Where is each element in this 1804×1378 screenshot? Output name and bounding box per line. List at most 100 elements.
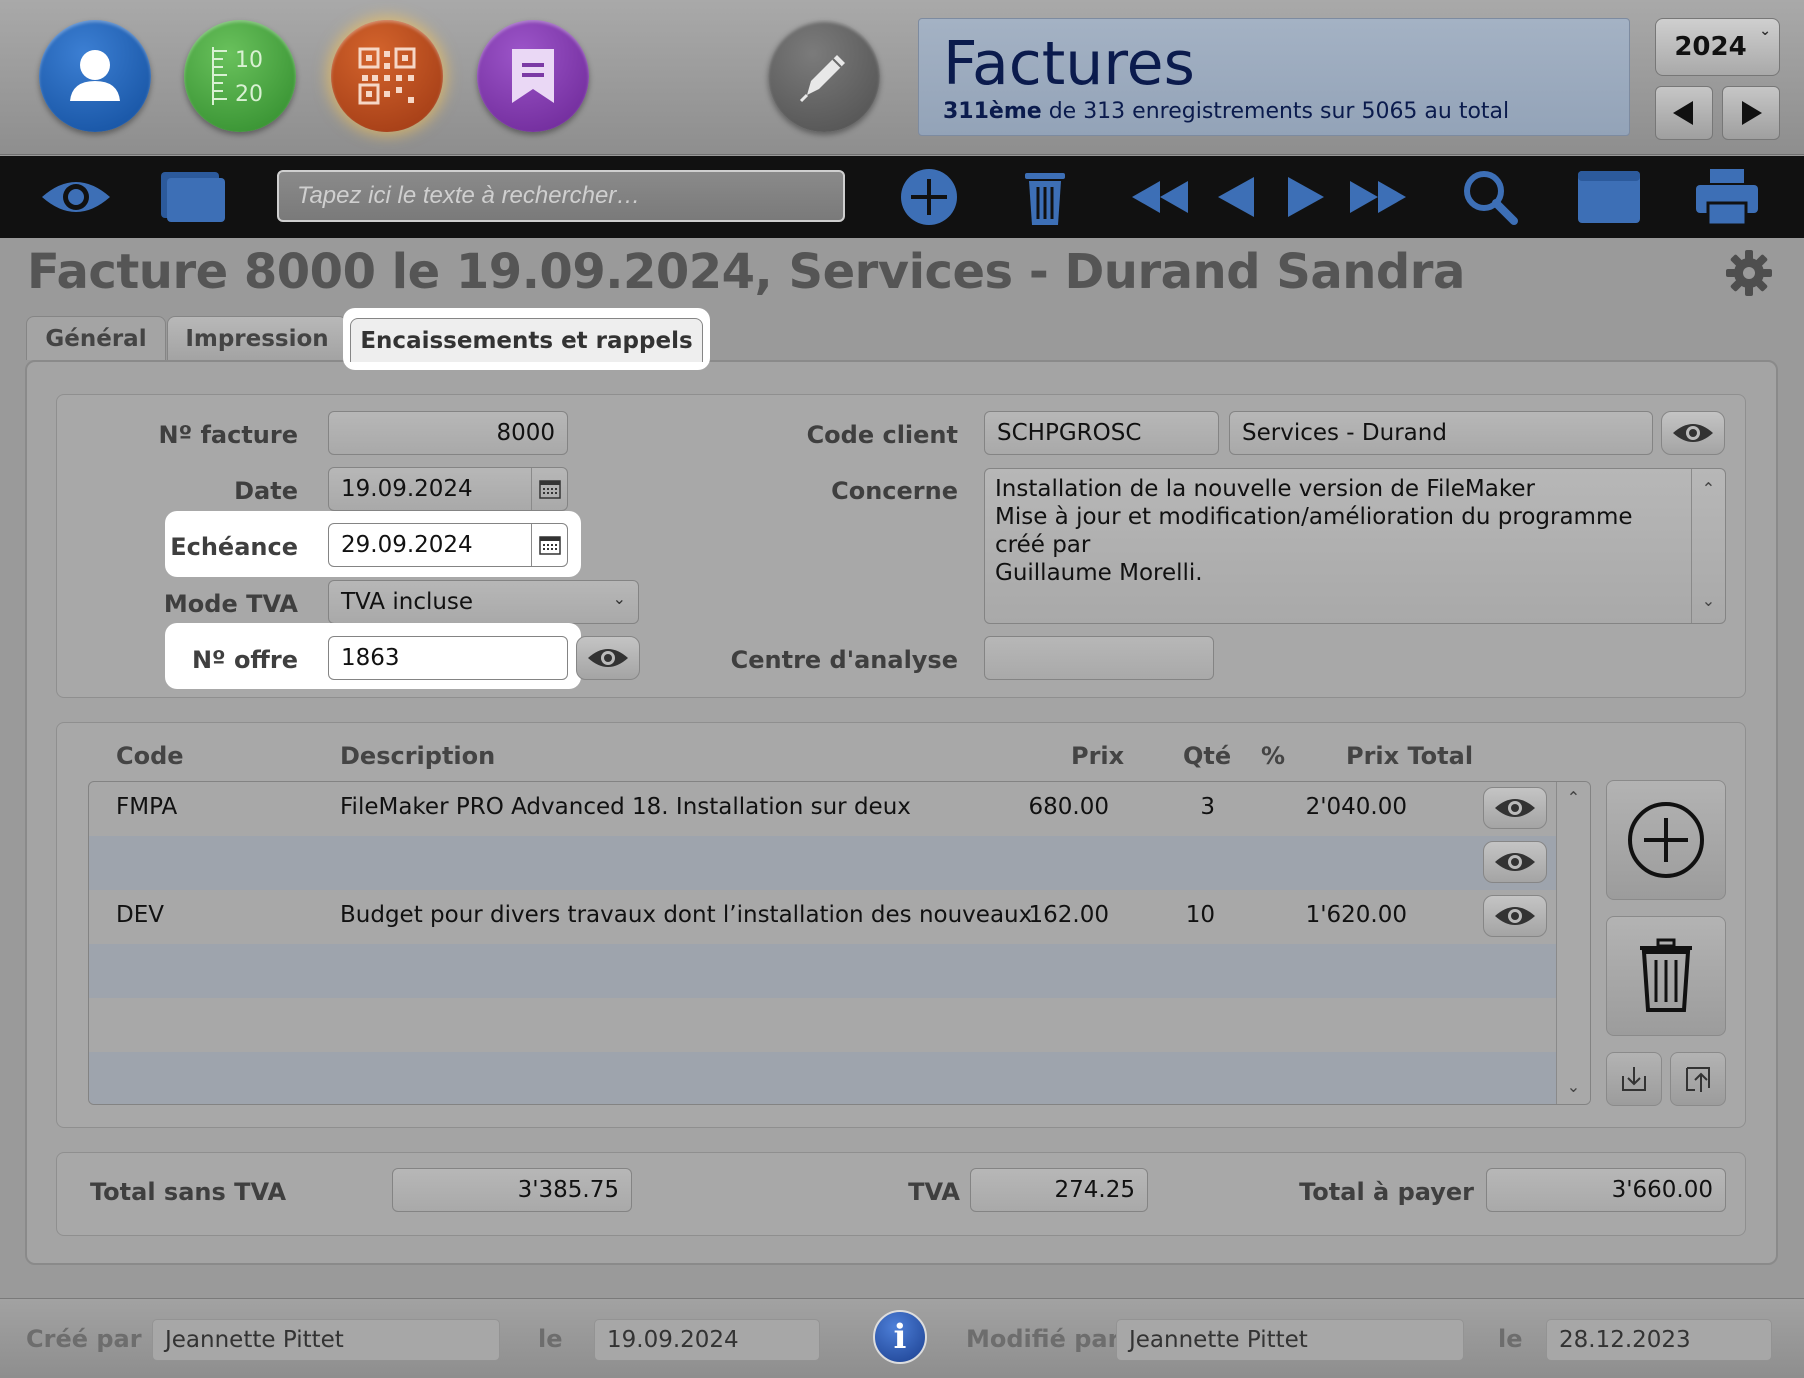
- row-code: DEV: [116, 902, 164, 928]
- print-icon: [1696, 169, 1758, 227]
- chevron-down-icon[interactable]: ⌄: [1692, 587, 1725, 615]
- table-row-empty: [89, 998, 1557, 1052]
- numbers-button[interactable]: 10 20: [184, 20, 296, 132]
- print-button[interactable]: [1694, 168, 1760, 227]
- modifie-par-field: Jeannette Pittet: [1116, 1319, 1464, 1361]
- chevron-up-icon[interactable]: ⌃: [1557, 788, 1590, 807]
- last-record-button[interactable]: [1346, 168, 1410, 226]
- view-item-button[interactable]: [1483, 895, 1547, 937]
- svg-text:10: 10: [235, 48, 263, 73]
- col-header-description: Description: [340, 742, 496, 770]
- trash-icon: [1640, 938, 1692, 1012]
- total-sans-tva-field: 3'385.75: [392, 1168, 632, 1212]
- centre-analyse-field[interactable]: [984, 636, 1214, 680]
- date-field[interactable]: 19.09.2024: [328, 467, 568, 511]
- tab-encaissements[interactable]: Encaissements et rappels: [350, 318, 703, 362]
- header: 10 20 Factures 311ème de 313 enregistrem…: [0, 0, 1804, 155]
- client-name-field[interactable]: Services - Durand: [1229, 411, 1653, 455]
- import-button[interactable]: [1606, 1052, 1662, 1106]
- previous-record-button[interactable]: [1216, 168, 1256, 226]
- mode-tva-label: Mode TVA: [163, 590, 298, 618]
- eye-icon: [1495, 799, 1535, 817]
- date-label: Date: [234, 477, 298, 505]
- view-client-button[interactable]: [1661, 411, 1725, 455]
- first-record-button[interactable]: [1128, 168, 1192, 226]
- download-icon: [1622, 1067, 1646, 1091]
- row-qte: 10: [1185, 902, 1215, 928]
- view-offre-button[interactable]: [576, 636, 640, 680]
- tab-impression[interactable]: Impression: [167, 316, 347, 360]
- next-year-button[interactable]: [1722, 86, 1780, 140]
- chevron-down-icon[interactable]: ⌄: [1557, 1077, 1590, 1096]
- trash-icon: [1025, 173, 1065, 225]
- window-button[interactable]: [1576, 168, 1642, 226]
- export-button[interactable]: [1670, 1052, 1726, 1106]
- calendar-icon[interactable]: [531, 468, 567, 510]
- layout-button[interactable]: [158, 168, 228, 226]
- edit-button[interactable]: [768, 20, 880, 132]
- tab-general[interactable]: Général: [26, 316, 166, 360]
- contacts-button[interactable]: [39, 20, 151, 132]
- info-button[interactable]: i: [873, 1310, 927, 1364]
- row-prix-total: 1'620.00: [1305, 902, 1407, 928]
- echeance-value: 29.09.2024: [341, 532, 473, 558]
- chevron-up-icon[interactable]: ⌃: [1692, 475, 1725, 503]
- cree-le-field: 19.09.2024: [594, 1319, 820, 1361]
- title-box: Factures 311ème de 313 enregistrements s…: [918, 18, 1630, 136]
- window-icon: [1578, 171, 1640, 223]
- modifie-le-field: 28.12.2023: [1546, 1319, 1772, 1361]
- list-scrollbar[interactable]: ⌃ ⌄: [1556, 782, 1590, 1104]
- mode-tva-select[interactable]: TVA incluse ⌄: [328, 580, 639, 624]
- year-selector[interactable]: 2024 ⌄: [1655, 18, 1780, 76]
- view-item-button[interactable]: [1483, 787, 1547, 829]
- toolbar: [0, 156, 1804, 238]
- delete-line-button[interactable]: [1606, 916, 1726, 1036]
- cree-le-label: le: [538, 1325, 563, 1353]
- date-value: 19.09.2024: [341, 476, 473, 502]
- textarea-scrollbar[interactable]: ⌃ ⌄: [1691, 469, 1725, 623]
- numbers-icon: 10 20: [212, 47, 263, 107]
- table-row-empty: [89, 1052, 1557, 1104]
- add-circle-icon: [1628, 802, 1704, 878]
- table-row-empty: [89, 944, 1557, 998]
- gear-icon[interactable]: [1724, 248, 1774, 298]
- upload-icon: [1686, 1067, 1710, 1092]
- concerne-line: Guillaume Morelli.: [995, 560, 1203, 586]
- page-title: Facture 8000 le 19.09.2024, Services - D…: [27, 244, 1465, 300]
- add-line-button[interactable]: [1606, 780, 1726, 900]
- delete-record-button[interactable]: [1020, 168, 1070, 226]
- qr-code-button[interactable]: [331, 20, 443, 132]
- total-a-payer-field: 3'660.00: [1486, 1168, 1726, 1212]
- code-client-field[interactable]: SCHPGROSC: [984, 411, 1219, 455]
- last-record-icon: [1350, 181, 1406, 213]
- mode-tva-value: TVA incluse: [341, 589, 474, 615]
- previous-year-button[interactable]: [1655, 86, 1713, 140]
- eye-icon: [1673, 424, 1713, 442]
- calendar-icon[interactable]: [531, 524, 567, 566]
- next-record-button[interactable]: [1286, 168, 1326, 226]
- no-facture-field[interactable]: 8000: [328, 411, 568, 455]
- bookmark-button[interactable]: [477, 20, 589, 132]
- concerne-textarea[interactable]: Installation de la nouvelle version de F…: [984, 468, 1726, 624]
- find-button[interactable]: [1462, 168, 1518, 226]
- no-facture-label: Nº facture: [158, 421, 298, 449]
- new-record-button[interactable]: [898, 168, 960, 226]
- record-counter-text: de 313 enregistrements sur 5065 au total: [1041, 99, 1510, 124]
- record-rank: 311ème: [943, 99, 1042, 124]
- table-row[interactable]: FMPA FileMaker PRO Advanced 18. Installa…: [89, 782, 1557, 836]
- row-qte: 3: [1200, 794, 1215, 820]
- table-row[interactable]: DEV Budget pour divers travaux dont l’in…: [89, 890, 1557, 944]
- row-prix: 680.00: [1028, 794, 1109, 820]
- row-prix: 162.00: [1028, 902, 1109, 928]
- search-input[interactable]: [277, 170, 845, 222]
- view-button[interactable]: [38, 168, 114, 226]
- col-header-pct: %: [1261, 742, 1286, 770]
- view-item-button[interactable]: [1483, 841, 1547, 883]
- next-record-icon: [1288, 177, 1324, 217]
- concerne-line: Mise à jour et modification/amélioration…: [995, 504, 1633, 558]
- previous-record-icon: [1218, 177, 1254, 217]
- col-header-qte: Qté: [1183, 742, 1232, 770]
- no-offre-field[interactable]: 1863: [328, 636, 568, 680]
- table-row[interactable]: [89, 836, 1557, 890]
- echeance-field[interactable]: 29.09.2024: [328, 523, 568, 567]
